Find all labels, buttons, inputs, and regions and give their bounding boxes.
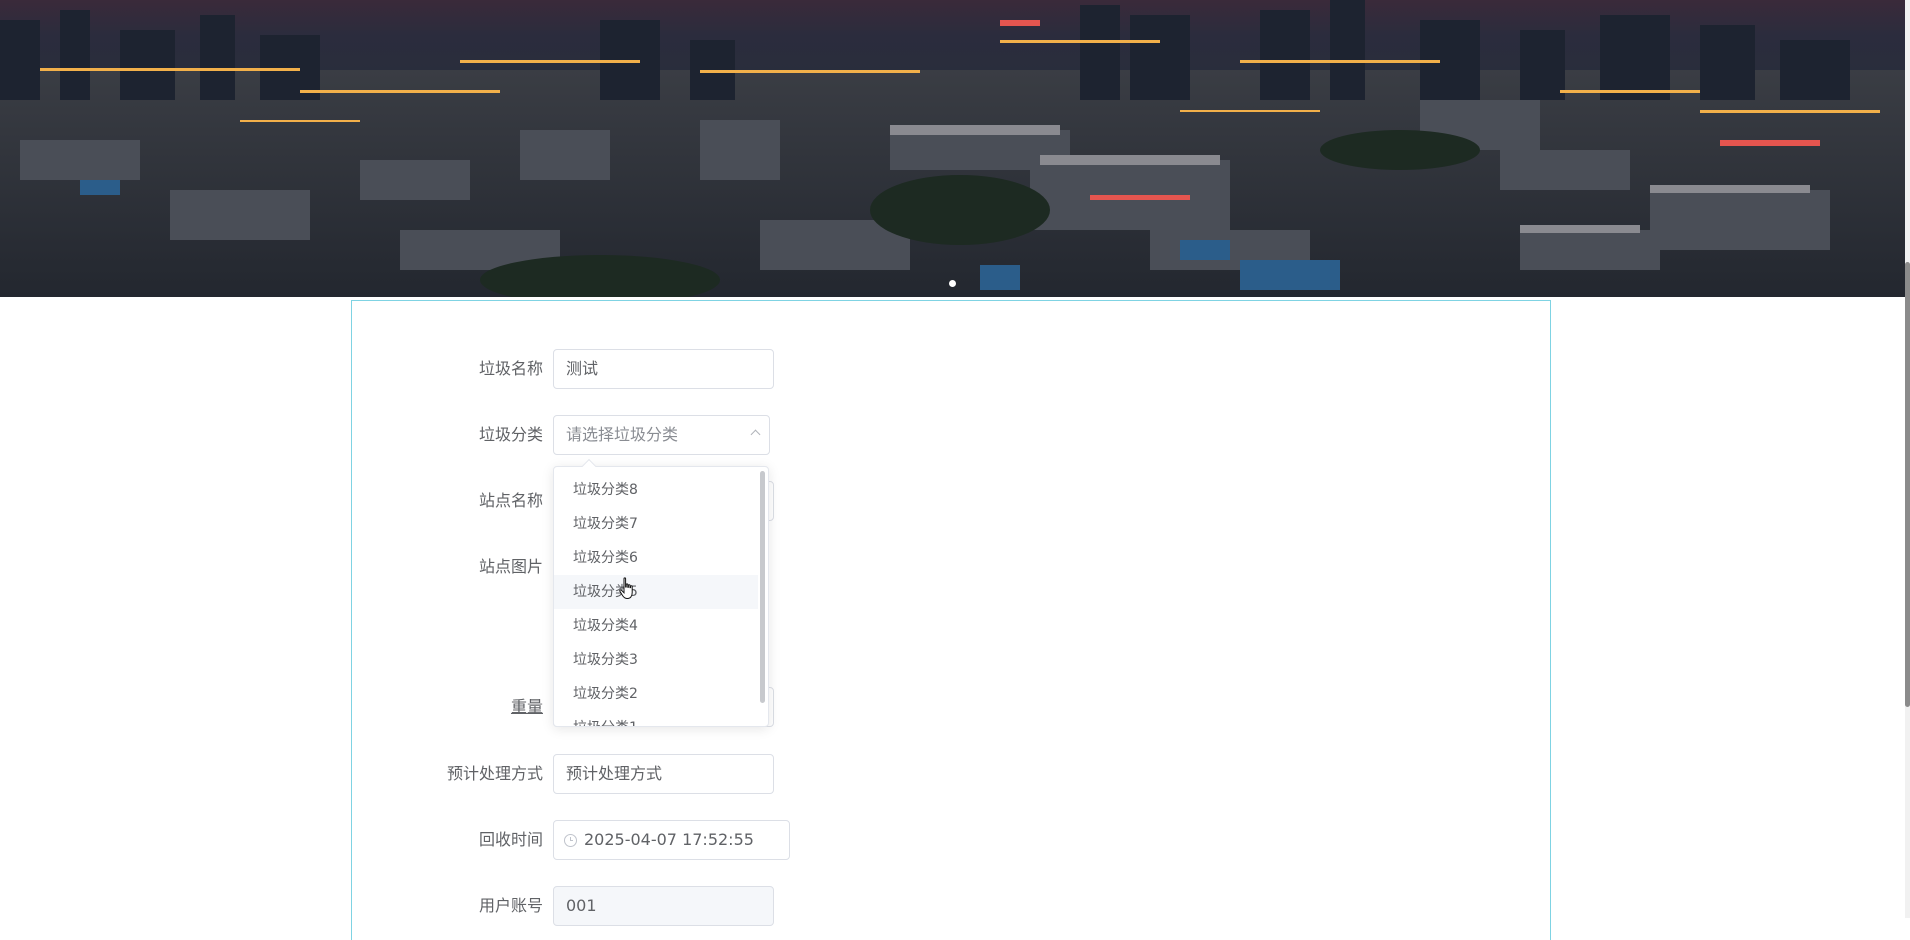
recycle-time-value: 2025-04-07 17:52:55 xyxy=(584,830,754,849)
disposal-method-label: 预计处理方式 xyxy=(446,764,543,783)
clock-icon xyxy=(564,834,577,847)
hand-pointer-icon xyxy=(619,577,633,600)
station-name-label: 站点名称 xyxy=(478,491,543,510)
carousel-dot[interactable] xyxy=(949,280,956,287)
garbage-category-select[interactable]: 请选择垃圾分类 xyxy=(553,415,770,455)
form-card: 垃圾名称 测试 垃圾分类 请选择垃圾分类 站点名称 站点图片 重量 预计处理方式… xyxy=(351,300,1551,940)
recycle-time-label: 回收时间 xyxy=(478,830,543,849)
page-scrollbar[interactable] xyxy=(1905,0,1910,918)
dropdown-option[interactable]: 垃圾分类7 xyxy=(554,507,758,541)
dropdown-option[interactable]: 垃圾分类4 xyxy=(554,609,758,643)
form-row-user-account: 用户账号 001 xyxy=(352,886,1152,926)
dropdown-option[interactable]: 垃圾分类1 xyxy=(554,711,758,726)
dropdown-option[interactable]: 垃圾分类2 xyxy=(554,677,758,711)
hero-banner xyxy=(0,0,1905,297)
carousel-indicators xyxy=(0,280,1905,287)
weight-label-text: 重量 xyxy=(510,697,543,716)
recycle-time-picker[interactable]: 2025-04-07 17:52:55 xyxy=(553,820,790,860)
page-scrollbar-thumb[interactable] xyxy=(1905,262,1910,707)
disposal-method-input[interactable]: 预计处理方式 xyxy=(553,754,774,794)
garbage-name-label: 垃圾名称 xyxy=(478,359,543,378)
dropdown-scrollbar[interactable] xyxy=(760,471,765,703)
chevron-up-icon xyxy=(750,429,761,440)
form-row-recycle-time: 回收时间 2025-04-07 17:52:55 xyxy=(352,820,1152,860)
form-row-garbage-category: 垃圾分类 请选择垃圾分类 xyxy=(352,415,1152,455)
garbage-category-placeholder: 请选择垃圾分类 xyxy=(566,425,679,444)
dropdown-option[interactable]: 垃圾分类3 xyxy=(554,643,758,677)
weight-label: 重量 xyxy=(352,687,543,727)
station-image-label: 站点图片 xyxy=(478,557,543,576)
form-row-disposal-method: 预计处理方式 预计处理方式 xyxy=(352,754,1152,794)
user-account-input[interactable]: 001 xyxy=(553,886,774,926)
garbage-category-label: 垃圾分类 xyxy=(478,425,543,444)
city-night-skyline-image xyxy=(0,0,1905,297)
garbage-category-dropdown: 垃圾分类8 垃圾分类7 垃圾分类6 垃圾分类5 垃圾分类4 垃圾分类3 垃圾分类… xyxy=(553,466,769,727)
form-row-garbage-name: 垃圾名称 测试 xyxy=(352,349,1152,389)
dropdown-option-hovered[interactable]: 垃圾分类5 xyxy=(554,575,758,609)
dropdown-option[interactable]: 垃圾分类6 xyxy=(554,541,758,575)
dropdown-options: 垃圾分类8 垃圾分类7 垃圾分类6 垃圾分类5 垃圾分类4 垃圾分类3 垃圾分类… xyxy=(554,473,758,726)
garbage-name-input[interactable]: 测试 xyxy=(553,349,774,389)
dropdown-option[interactable]: 垃圾分类8 xyxy=(554,473,758,507)
user-account-label: 用户账号 xyxy=(478,896,543,915)
